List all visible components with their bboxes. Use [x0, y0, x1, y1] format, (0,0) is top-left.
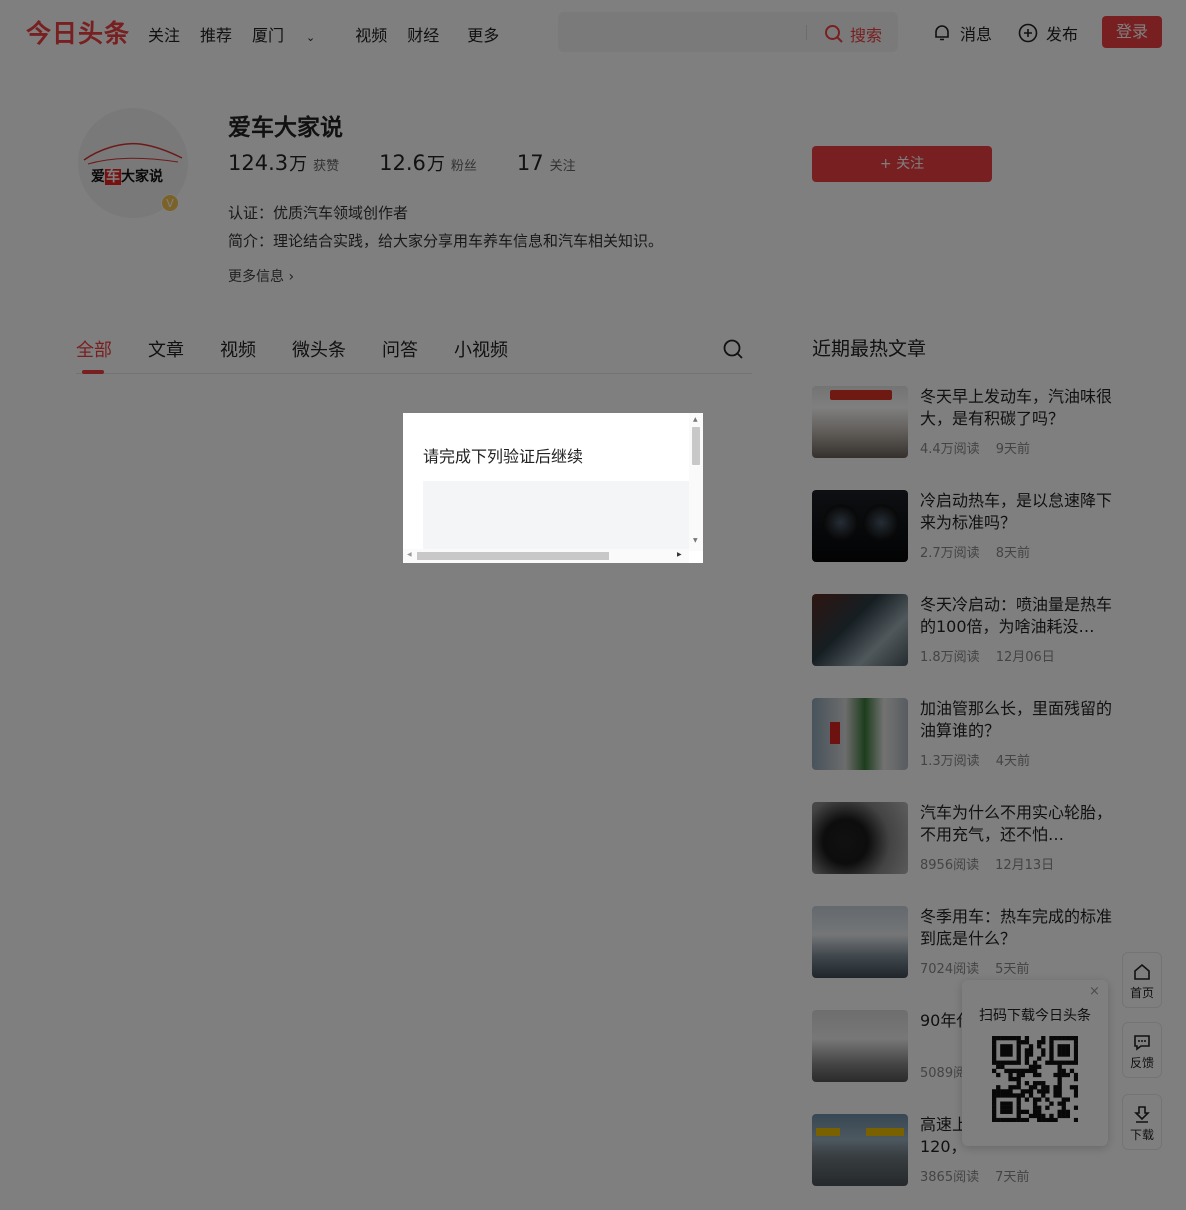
scroll-left-arrow-icon[interactable]: ◀: [407, 551, 412, 558]
verification-dialog: 请完成下列验证后继续 ▲ ▼ ◀ ▶: [403, 413, 703, 563]
horizontal-scrollbar[interactable]: ◀ ▶: [403, 549, 689, 563]
vertical-scroll-thumb[interactable]: [692, 427, 700, 465]
scroll-up-arrow-icon[interactable]: ▲: [693, 416, 698, 423]
verification-title: 请完成下列验证后继续: [423, 447, 584, 466]
vertical-scrollbar[interactable]: ▲ ▼: [689, 413, 703, 551]
scroll-right-arrow-icon[interactable]: ▶: [677, 551, 682, 558]
horizontal-scroll-thumb[interactable]: [417, 552, 609, 560]
modal-backdrop: [0, 0, 1186, 1210]
scroll-down-arrow-icon[interactable]: ▼: [693, 537, 698, 544]
